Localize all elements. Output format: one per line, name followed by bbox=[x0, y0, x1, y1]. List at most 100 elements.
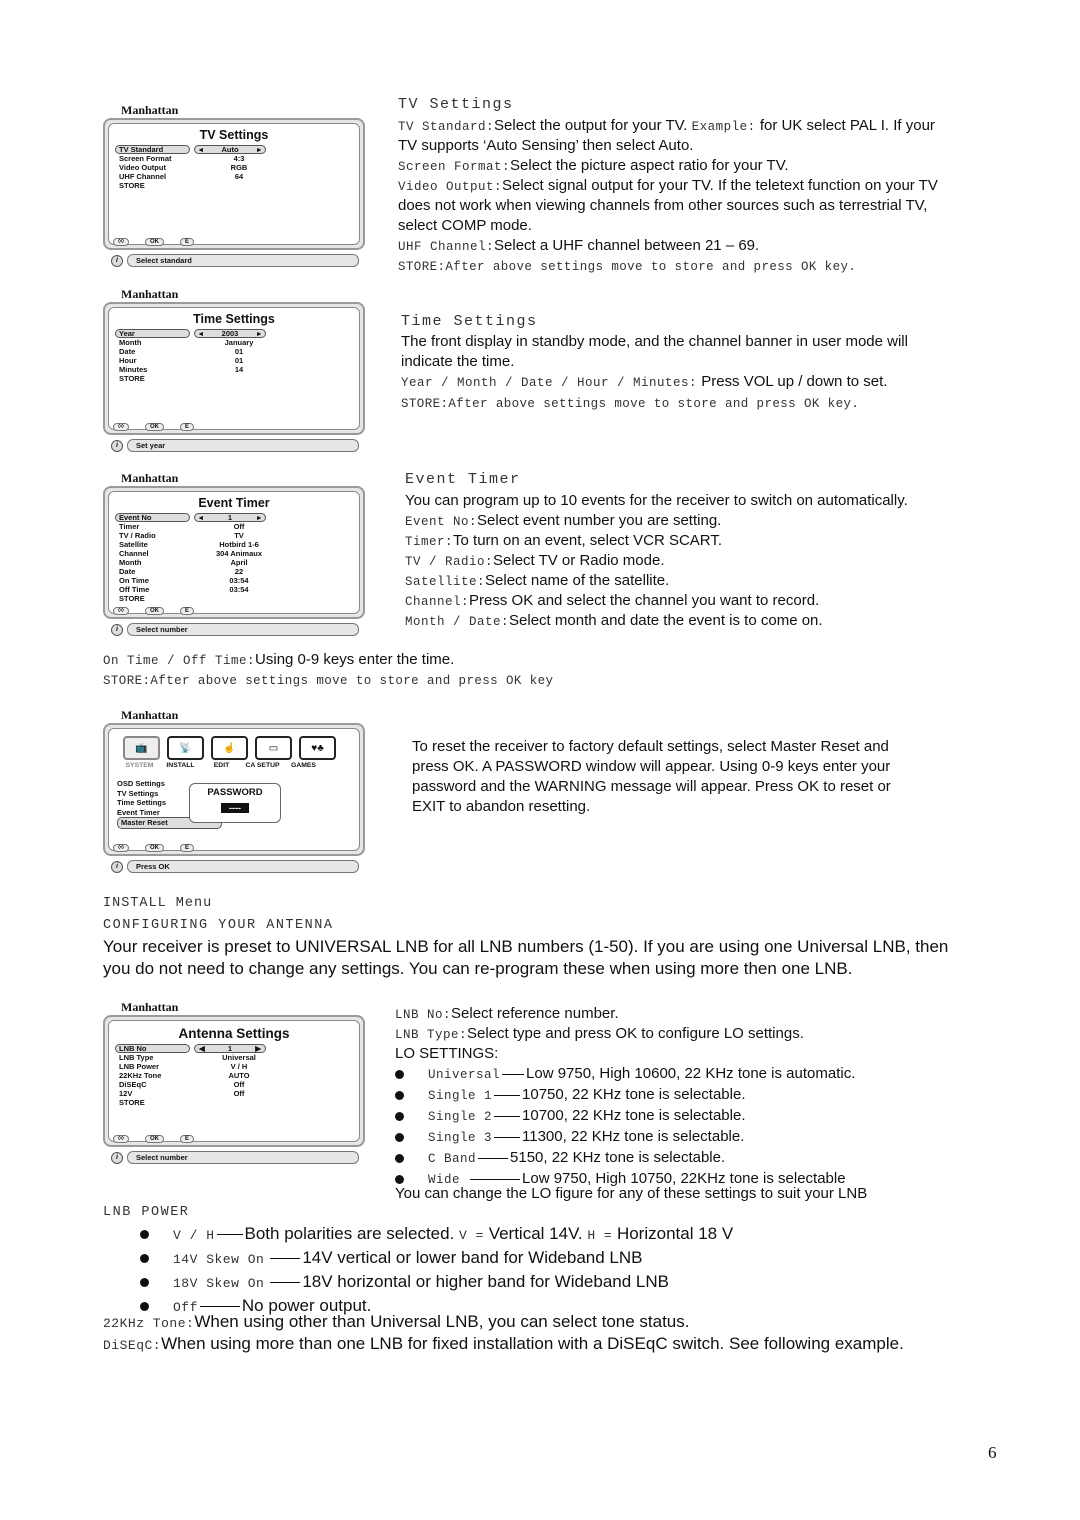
term: DiSEqC: bbox=[103, 1338, 162, 1353]
description: 10750, 22 KHz tone is selectable. bbox=[522, 1086, 746, 1103]
row-value: 22 bbox=[234, 567, 244, 576]
description: Select the picture aspect ratio for your… bbox=[510, 157, 789, 174]
text-line: indicate the time. bbox=[401, 353, 515, 370]
osd-footer-keys: ◊◊ OK E bbox=[113, 844, 194, 852]
row-label: LNB No bbox=[115, 1044, 190, 1053]
osd-row[interactable]: Timer Off bbox=[115, 522, 353, 531]
card-suits-icon[interactable]: ♥♣ bbox=[299, 736, 336, 760]
text-line: you do not need to change any settings. … bbox=[103, 959, 853, 978]
osd-row[interactable]: Event No ◂ 1 ▸ bbox=[115, 513, 353, 522]
text-line: The front display in standby mode, and t… bbox=[401, 333, 908, 350]
text-line: Video Output:Select signal output for yo… bbox=[398, 176, 938, 197]
section-heading-install-menu: INSTALL Menu bbox=[103, 896, 213, 911]
list-item: Single 3 11300, 22 KHz tone is selectable… bbox=[395, 1127, 855, 1148]
osd-row[interactable]: Minutes 14 bbox=[115, 365, 353, 374]
right-arrow-icon[interactable]: ▸ bbox=[257, 330, 261, 338]
description: 18V horizontal or higher band for Wideba… bbox=[302, 1272, 669, 1291]
bullet-icon bbox=[140, 1230, 149, 1240]
list-item: C Band 5150, 22 KHz tone is selectable. bbox=[395, 1148, 855, 1169]
osd-row[interactable]: STORE bbox=[115, 1098, 353, 1107]
osd-row[interactable]: Screen Format 4:3 bbox=[115, 154, 353, 163]
osd-rows: TV Standard ◂ Auto ▸ Screen Format 4:3 Video… bbox=[109, 143, 359, 190]
text-line: Month / Date:Select month and date the e… bbox=[405, 611, 823, 632]
term: Event No: bbox=[405, 515, 478, 529]
tv-icon[interactable]: 📺 bbox=[123, 736, 160, 760]
description: Press VOL up / down to set. bbox=[701, 373, 888, 390]
osd-row[interactable]: On Time 03:54 bbox=[115, 576, 353, 585]
bullet-icon bbox=[395, 1174, 404, 1184]
list-item: Single 1 10750, 22 KHz tone is selectable… bbox=[395, 1085, 855, 1106]
row-value: RGB bbox=[230, 163, 248, 172]
right-arrow-icon[interactable]: ▶ bbox=[255, 1045, 261, 1053]
row-value: 14 bbox=[234, 365, 244, 374]
osd-row[interactable]: Hour 01 bbox=[115, 356, 353, 365]
osd-row[interactable]: DiSEqC Off bbox=[115, 1080, 353, 1089]
text-line: UHF Channel:Select a UHF channel between… bbox=[398, 236, 759, 257]
description: Select TV or Radio mode. bbox=[493, 552, 665, 569]
tab-system[interactable]: SYSTEM bbox=[119, 762, 160, 769]
row-value: 03:54 bbox=[229, 576, 249, 585]
osd-row[interactable]: Video Output RGB bbox=[115, 163, 353, 172]
osd-row[interactable]: LNB Power V / H bbox=[115, 1062, 353, 1071]
osd-row[interactable]: TV Standard ◂ Auto ▸ bbox=[115, 145, 353, 154]
term: Timer: bbox=[405, 535, 454, 549]
tab-install[interactable]: INSTALL bbox=[160, 762, 201, 769]
description: Using 0-9 keys enter the time. bbox=[255, 651, 455, 668]
osd-row[interactable]: UHF Channel 64 bbox=[115, 172, 353, 181]
osd-row[interactable]: Month April bbox=[115, 558, 353, 567]
left-arrow-icon[interactable]: ◂ bbox=[199, 514, 203, 522]
osd-hint-bar: i Select standard bbox=[103, 254, 365, 267]
right-arrow-icon[interactable]: ▸ bbox=[257, 514, 261, 522]
osd-row[interactable]: STORE bbox=[115, 594, 353, 603]
card-icon[interactable]: ▭ bbox=[255, 736, 292, 760]
satellite-dish-icon[interactable]: 📡 bbox=[167, 736, 204, 760]
osd-row[interactable]: Satellite Hotbird 1-6 bbox=[115, 540, 353, 549]
osd-row[interactable]: LNB No ◀ 1 ▶ bbox=[115, 1044, 353, 1053]
term: V = bbox=[459, 1228, 484, 1243]
osd-row[interactable]: LNB Type Universal bbox=[115, 1053, 353, 1062]
tab-edit[interactable]: EDIT bbox=[201, 762, 242, 769]
osd-row[interactable]: Off Time 03:54 bbox=[115, 585, 353, 594]
osd-row[interactable]: STORE bbox=[115, 181, 353, 190]
row-label: Year bbox=[115, 329, 190, 338]
term: On Time / Off Time: bbox=[103, 654, 256, 668]
text-line: Timer:To turn on an event, select VCR SC… bbox=[405, 531, 722, 552]
row-label: 22KHz Tone bbox=[119, 1071, 162, 1080]
bullet-icon bbox=[395, 1069, 404, 1079]
lo-settings-list: Universal Low 9750, High 10600, 22 KHz to… bbox=[395, 1064, 855, 1190]
term: Channel: bbox=[405, 595, 470, 609]
description: Select reference number. bbox=[451, 1005, 619, 1022]
row-value: Off bbox=[233, 522, 245, 531]
right-arrow-icon[interactable]: ▸ bbox=[257, 146, 261, 154]
row-label: STORE bbox=[119, 181, 145, 190]
term: 14V Skew On bbox=[173, 1252, 265, 1267]
osd-row[interactable]: TV / Radio TV bbox=[115, 531, 353, 540]
row-label: Date bbox=[119, 567, 136, 576]
osd-row[interactable]: Date 01 bbox=[115, 347, 353, 356]
osd-row[interactable]: Month January bbox=[115, 338, 353, 347]
osd-row[interactable]: STORE bbox=[115, 374, 353, 383]
left-arrow-icon[interactable]: ◂ bbox=[199, 330, 203, 338]
osd-row[interactable]: 12V Off bbox=[115, 1089, 353, 1098]
left-arrow-icon[interactable]: ◂ bbox=[199, 146, 203, 154]
description: Vertical 14V. bbox=[488, 1224, 583, 1243]
left-arrow-icon[interactable]: ◀ bbox=[199, 1045, 205, 1053]
osd-row[interactable]: Channel 304 Animaux bbox=[115, 549, 353, 558]
lo-note: You can change the LO figure for any of … bbox=[395, 1185, 868, 1202]
term: Month / Date: bbox=[405, 615, 510, 629]
row-label: Channel bbox=[119, 549, 149, 558]
tab-games[interactable]: GAMES bbox=[283, 762, 324, 769]
osd-row[interactable]: Date 22 bbox=[115, 567, 353, 576]
row-value: 1 bbox=[227, 513, 233, 522]
navigate-key-icon: ◊◊ bbox=[113, 423, 129, 431]
bullet-icon bbox=[140, 1302, 149, 1312]
term: Universal bbox=[428, 1068, 501, 1082]
password-input[interactable]: ---- bbox=[221, 803, 249, 813]
main-menu-tabs: 📺 📡 ☝ ▭ ♥♣ bbox=[109, 729, 359, 760]
osd-row[interactable]: Year ◂ 2003 ▸ bbox=[115, 329, 353, 338]
tab-ca-setup[interactable]: CA SETUP bbox=[242, 762, 283, 769]
description: Select month and date the event is to co… bbox=[509, 612, 823, 629]
osd-row[interactable]: 22KHz Tone AUTO bbox=[115, 1071, 353, 1080]
hand-keypad-icon[interactable]: ☝ bbox=[211, 736, 248, 760]
row-value: 01 bbox=[234, 356, 244, 365]
